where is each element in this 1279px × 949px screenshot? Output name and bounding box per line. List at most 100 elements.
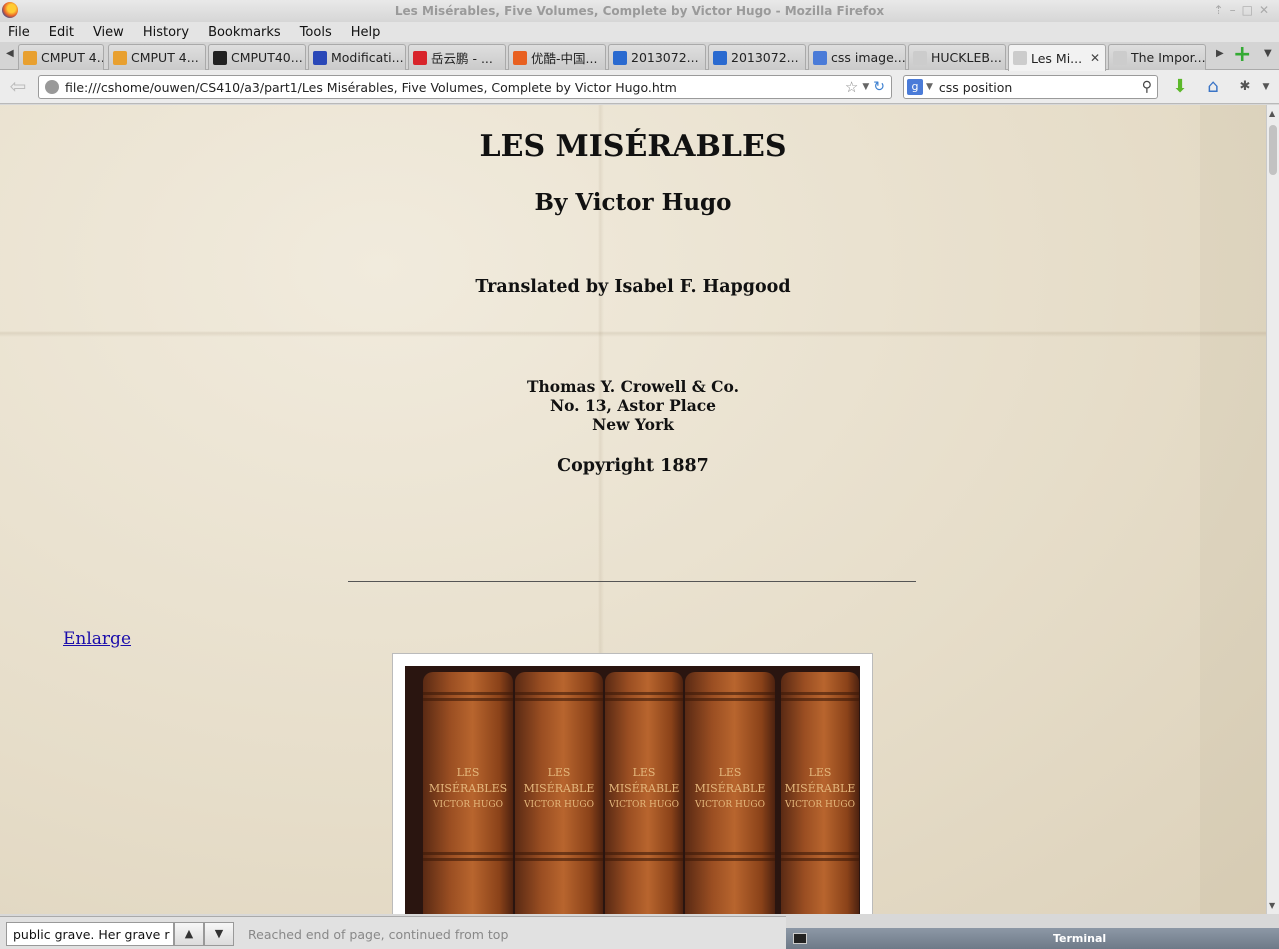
tab-favicon-icon bbox=[513, 50, 527, 65]
book-spine: LES MISÉRABLE VICTOR HUGO bbox=[515, 672, 603, 914]
search-input[interactable]: css position bbox=[939, 80, 1142, 95]
search-engine-chevron-down-icon[interactable]: ▼ bbox=[926, 82, 933, 92]
spine-text: VICTOR HUGO bbox=[609, 800, 679, 810]
tab[interactable]: css image... bbox=[808, 44, 906, 70]
spine-band bbox=[781, 852, 859, 855]
tab-favicon-icon bbox=[113, 50, 127, 65]
page-content: LES MISÉRABLES By Victor Hugo Translated… bbox=[0, 105, 1266, 914]
tab-label: CMPUT 4... bbox=[131, 50, 199, 65]
tab-label: CMPUT 4... bbox=[41, 50, 104, 65]
find-next-button[interactable]: ▼ bbox=[204, 922, 234, 946]
spine-band bbox=[515, 852, 603, 855]
scroll-down-icon[interactable]: ▼ bbox=[1269, 901, 1275, 910]
search-engine-google-icon[interactable]: g bbox=[907, 79, 923, 95]
terminal-icon bbox=[793, 933, 807, 944]
spine-text: LES bbox=[808, 766, 832, 779]
spine-band bbox=[781, 858, 859, 861]
search-bar[interactable]: g ▼ css position ⚲ bbox=[903, 75, 1158, 99]
spine-band bbox=[605, 852, 683, 855]
spine-text: VICTOR HUGO bbox=[524, 800, 594, 810]
vertical-scrollbar[interactable]: ▲ ▼ bbox=[1266, 105, 1279, 914]
cover-image-book-spines[interactable]: LES MISÉRABLES VICTOR HUGO LES MISÉRABLE VICT… bbox=[405, 666, 860, 914]
url-bar[interactable]: file:///cshome/ouwen/CS410/a3/part1/Les … bbox=[38, 75, 892, 99]
download-arrow-icon[interactable]: ⬇ bbox=[1169, 77, 1191, 99]
tab-favicon-icon bbox=[813, 50, 827, 65]
window-up-icon[interactable]: ⇡ bbox=[1214, 3, 1224, 17]
spine-band bbox=[685, 692, 775, 695]
spine-text: MISÉRABLE bbox=[694, 782, 766, 795]
copyright: Copyright 1887 bbox=[557, 456, 709, 476]
window-close-icon[interactable]: ✕ bbox=[1259, 3, 1269, 17]
menu-tools[interactable]: Tools bbox=[300, 25, 332, 40]
spine-band bbox=[781, 698, 859, 701]
enlarge-link[interactable]: Enlarge bbox=[63, 629, 131, 649]
tab[interactable]: 2013072... bbox=[608, 44, 706, 70]
tab[interactable]: CMPUT40... bbox=[208, 44, 306, 70]
tab[interactable]: Les Mi... ✕ bbox=[1008, 44, 1106, 71]
toolbar-menu-chevron-down-icon[interactable]: ▼ bbox=[1260, 77, 1272, 99]
menu-edit[interactable]: Edit bbox=[49, 25, 74, 40]
find-input[interactable] bbox=[6, 922, 174, 946]
globe-icon bbox=[45, 80, 59, 94]
tab[interactable]: HUCKLEB... bbox=[908, 44, 1006, 70]
publisher-line: New York bbox=[592, 415, 674, 434]
url-text[interactable]: file:///cshome/ouwen/CS410/a3/part1/Les … bbox=[65, 80, 845, 95]
window-title: Les Misérables, Five Volumes, Complete b… bbox=[394, 4, 885, 18]
book-spine: LES MISÉRABLE VICTOR HUGO bbox=[605, 672, 683, 914]
taskbar-label: Terminal bbox=[1053, 932, 1107, 945]
menu-file[interactable]: File bbox=[8, 25, 30, 40]
menu-help[interactable]: Help bbox=[351, 25, 381, 40]
tab-label: The Impor... bbox=[1131, 50, 1206, 65]
spine-text: LES bbox=[456, 766, 480, 779]
spine-band bbox=[515, 692, 603, 695]
tab-scroll-left-icon[interactable]: ◀ bbox=[6, 48, 14, 59]
new-tab-plus-icon[interactable]: + bbox=[1233, 44, 1251, 66]
home-icon[interactable]: ⌂ bbox=[1202, 77, 1224, 99]
tab[interactable]: CMPUT 4... bbox=[108, 44, 206, 70]
navigation-bar: ⇦ file:///cshome/ouwen/CS410/a3/part1/Le… bbox=[0, 70, 1279, 104]
window-titlebar: Les Misérables, Five Volumes, Complete b… bbox=[0, 0, 1279, 22]
menu-history[interactable]: History bbox=[143, 25, 189, 40]
spine-text: MISÉRABLE bbox=[608, 782, 680, 795]
tab-scroll-right-icon[interactable]: ▶ bbox=[1216, 48, 1224, 59]
tab-label: css image... bbox=[831, 50, 906, 65]
tab-strip: ◀ CMPUT 4... CMPUT 4... CMPUT40... Modifica… bbox=[0, 42, 1279, 71]
tab-favicon-icon bbox=[713, 50, 727, 65]
spine-text: MISÉRABLE bbox=[523, 782, 595, 795]
bookmark-star-icon[interactable]: ☆ bbox=[845, 78, 858, 96]
tab[interactable]: CMPUT 4... bbox=[18, 44, 104, 70]
window-maximize-icon[interactable]: □ bbox=[1242, 3, 1253, 17]
tab[interactable]: 优酷-中国... bbox=[508, 44, 606, 70]
window-minimize-icon[interactable]: – bbox=[1230, 3, 1236, 17]
url-history-chevron-down-icon[interactable]: ▼ bbox=[862, 82, 869, 92]
firefox-logo-icon bbox=[2, 2, 18, 18]
spine-band bbox=[781, 692, 859, 695]
spine-band bbox=[423, 858, 513, 861]
tab[interactable]: Modificati... bbox=[308, 44, 406, 70]
tab-close-icon[interactable]: ✕ bbox=[1090, 51, 1100, 65]
tab-label: 岳云鹏 - ... bbox=[431, 51, 493, 66]
tab-favicon-icon bbox=[613, 50, 627, 65]
spine-band bbox=[423, 692, 513, 695]
menu-bookmarks[interactable]: Bookmarks bbox=[208, 25, 281, 40]
reload-icon[interactable]: ↻ bbox=[873, 79, 885, 95]
scrollbar-thumb[interactable] bbox=[1269, 125, 1277, 175]
spine-band bbox=[605, 692, 683, 695]
book-spine: LES MISÉRABLE VICTOR HUGO bbox=[685, 672, 775, 914]
addon-bug-icon[interactable]: ✱ bbox=[1234, 77, 1256, 99]
scroll-up-icon[interactable]: ▲ bbox=[1269, 109, 1275, 118]
back-arrow-icon[interactable]: ⇦ bbox=[4, 75, 32, 99]
tab-list-chevron-down-icon[interactable]: ▼ bbox=[1264, 48, 1272, 59]
tab-favicon-icon bbox=[23, 50, 37, 65]
menu-view[interactable]: View bbox=[93, 25, 124, 40]
spine-text: VICTOR HUGO bbox=[433, 800, 503, 810]
tab[interactable]: The Impor... bbox=[1108, 44, 1206, 70]
tab[interactable]: 岳云鹏 - ... bbox=[408, 44, 506, 70]
book-spine: LES MISÉRABLES VICTOR HUGO bbox=[423, 672, 513, 914]
find-status: Reached end of page, continued from top bbox=[248, 927, 509, 942]
taskbar-terminal[interactable]: Terminal bbox=[786, 928, 1279, 949]
tab[interactable]: 2013072... bbox=[708, 44, 806, 70]
publisher-block: Thomas Y. Crowell & Co. No. 13, Astor Pl… bbox=[0, 377, 1266, 434]
magnifier-icon[interactable]: ⚲ bbox=[1142, 79, 1152, 95]
find-previous-button[interactable]: ▲ bbox=[174, 922, 204, 946]
